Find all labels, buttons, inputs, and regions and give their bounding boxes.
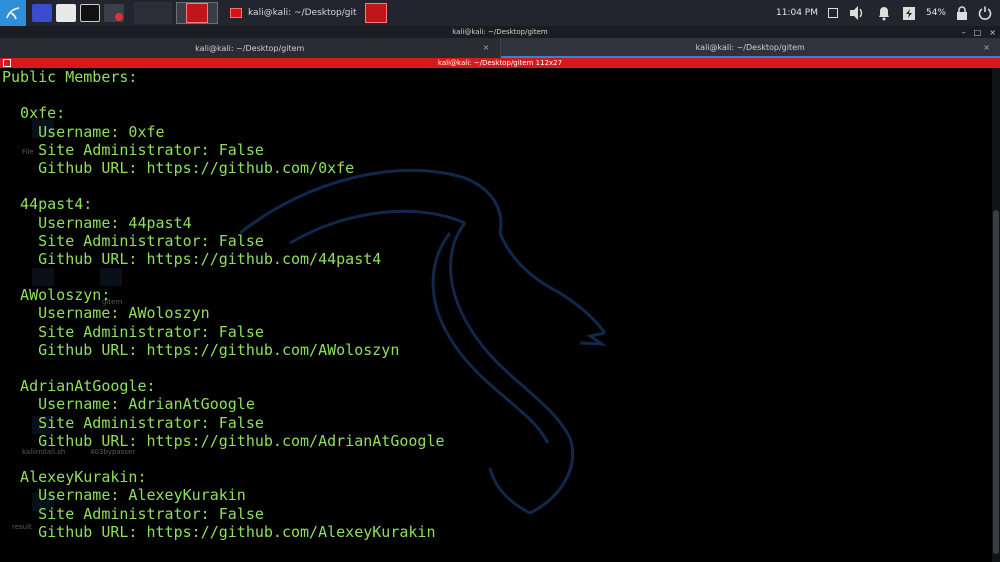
app-icon — [186, 3, 208, 23]
terminal-tabs: kali@kali: ~/Desktop/gitem × kali@kali: … — [0, 38, 1000, 58]
battery-percent: 54% — [925, 8, 946, 18]
terminal-line: Github URL: https://github.com/AdrianAtG… — [2, 431, 445, 450]
terminal-line: AWoloszyn: — [2, 286, 111, 305]
terminal-line: Site Administrator: False — [2, 504, 264, 523]
terminal-line: Github URL: https://github.com/44past4 — [2, 249, 382, 268]
top-panel: kali@kali: ~/Desktop/git 11:04 PM 54% — [0, 0, 1000, 26]
terminal-scrollbar[interactable] — [992, 68, 1000, 562]
workspace-icon[interactable] — [32, 4, 52, 22]
tab-label: kali@kali: ~/Desktop/gitem — [695, 42, 805, 52]
statusbar-text: kali@kali: ~/Desktop/gitem 112x27 — [437, 59, 563, 67]
scrollbar-thumb[interactable] — [993, 210, 999, 554]
terminal-line: Github URL: https://github.com/AWoloszyn — [2, 340, 400, 359]
volume-icon[interactable] — [848, 5, 866, 21]
terminal-statusbar: kali@kali: ~/Desktop/gitem 112x27 — [0, 58, 1000, 68]
split-icon[interactable] — [3, 59, 11, 67]
kali-menu-button[interactable] — [0, 0, 26, 26]
launcher-group — [26, 4, 130, 22]
workspace-switcher[interactable] — [134, 2, 172, 24]
terminal-line: 44past4: — [2, 195, 93, 214]
clock[interactable]: 11:04 PM — [776, 8, 818, 18]
lock-icon[interactable] — [956, 6, 968, 20]
taskbar-item-terminal[interactable]: kali@kali: ~/Desktop/git — [224, 2, 393, 24]
terminal-line: Site Administrator: False — [2, 322, 264, 341]
terminal-line: Site Administrator: False — [2, 413, 264, 432]
terminal-line: Username: AdrianAtGoogle — [2, 395, 255, 414]
power-icon[interactable] — [978, 6, 992, 20]
tab-2[interactable]: kali@kali: ~/Desktop/gitem × — [500, 38, 1000, 58]
terminal-line: Github URL: https://github.com/0xfe — [2, 158, 355, 177]
terminal-line: Username: AlexeyKurakin — [2, 486, 246, 505]
terminal-line: Username: 0xfe — [2, 122, 165, 141]
minimize-button[interactable]: – — [962, 28, 966, 37]
terminal-line: AlexeyKurakin: — [2, 468, 147, 487]
close-button[interactable]: × — [989, 28, 996, 37]
window-icon[interactable] — [827, 8, 838, 18]
terminal-line: Public Members: — [2, 68, 138, 86]
terminal-line: 0xfe: — [2, 104, 66, 123]
tab-close-icon[interactable]: × — [983, 43, 990, 52]
tab-label: kali@kali: ~/Desktop/gitem — [195, 43, 305, 53]
taskbar-item-label: kali@kali: ~/Desktop/git — [248, 8, 357, 18]
maximize-button[interactable]: □ — [974, 28, 982, 37]
battery-charging-icon[interactable] — [902, 5, 916, 21]
terminal-lines: Public Members: 0xfe: Username: 0xfe Sit… — [2, 68, 445, 541]
terminal-line: Username: AWoloszyn — [2, 304, 210, 323]
terminal-line: Github URL: https://github.com/AlexeyKur… — [2, 522, 436, 541]
tab-1[interactable]: kali@kali: ~/Desktop/gitem × — [0, 38, 501, 58]
window-controls: – □ × — [962, 26, 996, 38]
tab-close-icon[interactable]: × — [483, 43, 490, 52]
terminal-line: Username: 44past4 — [2, 213, 192, 232]
terminal-line: Site Administrator: False — [2, 231, 264, 250]
file-manager-icon[interactable] — [56, 4, 76, 22]
window-title: kali@kali: ~/Desktop/gitem — [452, 28, 548, 36]
kali-dragon-icon — [6, 7, 20, 20]
terminal-line: Site Administrator: False — [2, 140, 264, 159]
terminal-output[interactable]: File gitem kaliinstall.sh 403bypasser re… — [0, 68, 992, 562]
notification-bell-icon[interactable] — [876, 5, 892, 21]
system-tray: 11:04 PM 54% — [776, 0, 1000, 26]
screen-recorder-icon[interactable] — [104, 4, 124, 22]
terminal-launcher-icon[interactable] — [80, 4, 100, 22]
window-titlebar[interactable]: kali@kali: ~/Desktop/gitem – □ × — [0, 26, 1000, 38]
taskbar-item-active[interactable] — [176, 2, 218, 24]
app-icon-red — [364, 3, 387, 23]
desktop: kali@kali: ~/Desktop/git 11:04 PM 54% ka… — [0, 0, 1000, 562]
terminal-icon — [230, 8, 242, 18]
terminal-line: AdrianAtGoogle: — [2, 377, 156, 396]
